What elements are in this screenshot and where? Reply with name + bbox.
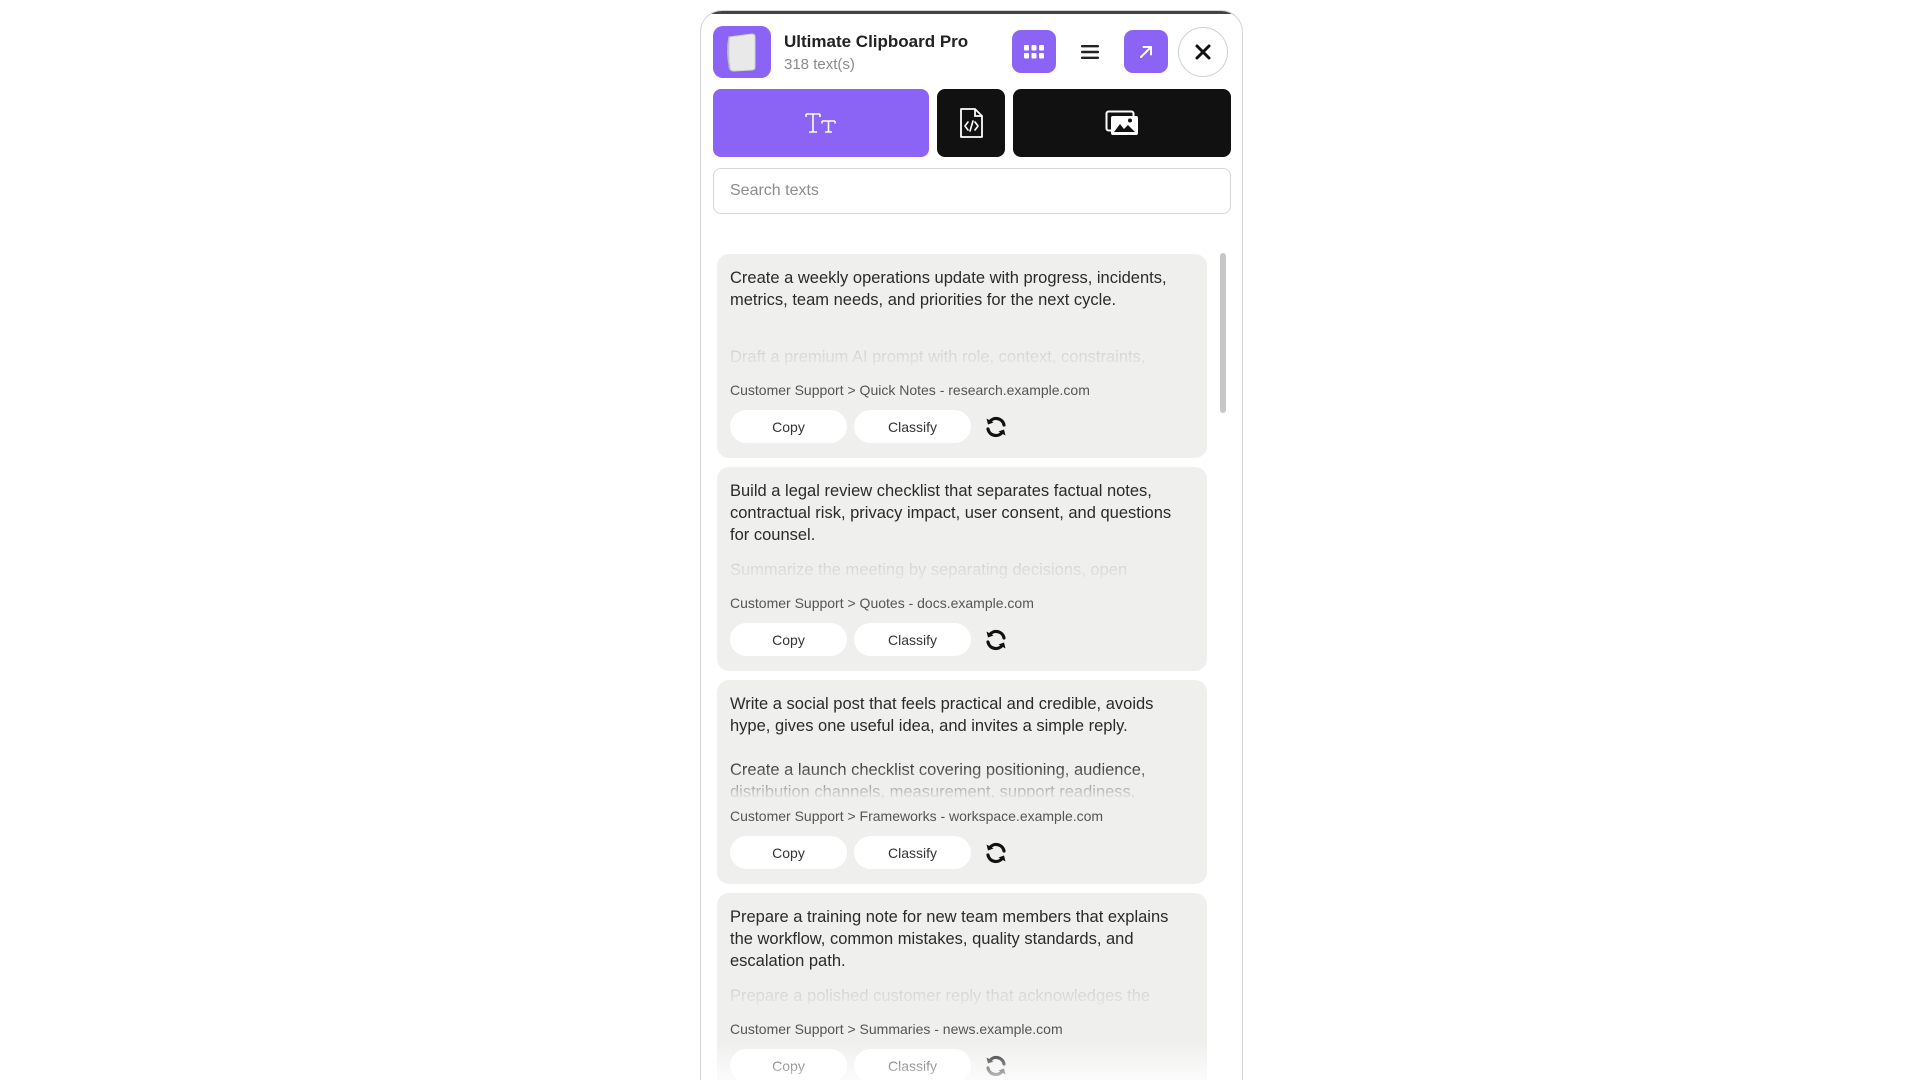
clip-actions: Copy Classify — [730, 836, 1190, 869]
clip-text: Create a weekly operations update with p… — [730, 269, 1167, 309]
scrollbar-thumb[interactable] — [1220, 253, 1226, 413]
close-icon — [1195, 44, 1211, 60]
sync-icon[interactable] — [984, 841, 1008, 865]
header: Ultimate Clipboard Pro 318 text(s) — [713, 26, 1230, 78]
copy-button[interactable]: Copy — [730, 836, 847, 869]
clip-meta: Customer Support > Quick Notes - researc… — [730, 382, 1090, 398]
classify-button[interactable]: Classify — [854, 410, 971, 443]
image-gallery-icon — [1105, 110, 1138, 135]
menu-icon — [1081, 44, 1099, 59]
sync-icon[interactable] — [984, 415, 1008, 439]
clip-meta: Customer Support > Quotes - docs.example… — [730, 595, 1034, 611]
clip-actions: Copy Classify — [730, 623, 1190, 656]
tab-texts[interactable] — [713, 89, 929, 157]
app-logo — [713, 26, 771, 78]
clip-text-secondary: Summarize the meeting by separating deci… — [730, 561, 1128, 579]
app-title: Ultimate Clipboard Pro — [784, 32, 969, 51]
classify-button[interactable]: Classify — [854, 623, 971, 656]
clip-category: Customer Support > Quick Notes - — [730, 382, 949, 398]
clip-card[interactable]: Write a social post that feels practical… — [717, 680, 1207, 884]
clip-card[interactable]: Create a weekly operations update with p… — [717, 254, 1207, 458]
clip-card[interactable]: Prepare a training note for new team mem… — [717, 893, 1207, 1080]
clip-text: Prepare a training note for new team mem… — [730, 908, 1169, 970]
clipboard-panel: Ultimate Clipboard Pro 318 text(s) Searc… — [700, 10, 1243, 1080]
copy-button[interactable]: Copy — [730, 410, 847, 443]
clip-source: docs.example.com — [917, 595, 1034, 611]
expand-icon — [1140, 45, 1152, 58]
clip-category: Customer Support > Summaries - — [730, 1021, 943, 1037]
clip-text-secondary: Draft a premium AI prompt with role, con… — [730, 348, 1146, 366]
clip-card[interactable]: Build a legal review checklist that sepa… — [717, 467, 1207, 671]
clip-meta: Customer Support > Frameworks - workspac… — [730, 808, 1103, 824]
clip-actions: Copy Classify — [730, 1049, 1190, 1080]
close-button[interactable] — [1178, 27, 1228, 77]
clip-category: Customer Support > Frameworks - — [730, 808, 950, 824]
grid-icon — [1024, 44, 1044, 58]
search-input[interactable] — [713, 168, 1231, 214]
tab-images[interactable] — [1013, 89, 1231, 157]
clip-actions: Copy Classify — [730, 410, 1190, 443]
text-count: 318 text(s) — [784, 56, 855, 73]
clip-text-secondary: Prepare a polished customer reply that a… — [730, 987, 1151, 1005]
clip-source: research.example.com — [948, 382, 1090, 398]
grid-view-button[interactable] — [1012, 30, 1056, 73]
sync-icon[interactable] — [984, 1054, 1008, 1078]
copy-button[interactable]: Copy — [730, 1049, 847, 1080]
clip-category: Customer Support > Quotes - — [730, 595, 918, 611]
clip-text: Write a social post that feels practical… — [730, 695, 1154, 735]
clip-source: news.example.com — [942, 1021, 1063, 1037]
text-icon — [805, 113, 836, 133]
menu-button[interactable] — [1068, 30, 1112, 73]
clip-source: workspace.example.com — [949, 808, 1104, 824]
clip-meta: Customer Support > Summaries - news.exam… — [730, 1021, 1063, 1037]
document-icon — [726, 33, 756, 72]
clip-text: Build a legal review checklist that sepa… — [730, 482, 1172, 544]
content-type-tabs — [713, 89, 1231, 157]
expand-button[interactable] — [1124, 30, 1168, 73]
scrollbar[interactable] — [1220, 243, 1226, 1080]
code-file-icon — [960, 108, 983, 138]
sync-icon[interactable] — [984, 628, 1008, 652]
copy-button[interactable]: Copy — [730, 623, 847, 656]
clip-text-secondary: Create a launch checklist covering posit… — [730, 761, 1146, 799]
classify-button[interactable]: Classify — [854, 1049, 971, 1080]
tab-code[interactable] — [937, 89, 1005, 157]
classify-button[interactable]: Classify — [854, 836, 971, 869]
